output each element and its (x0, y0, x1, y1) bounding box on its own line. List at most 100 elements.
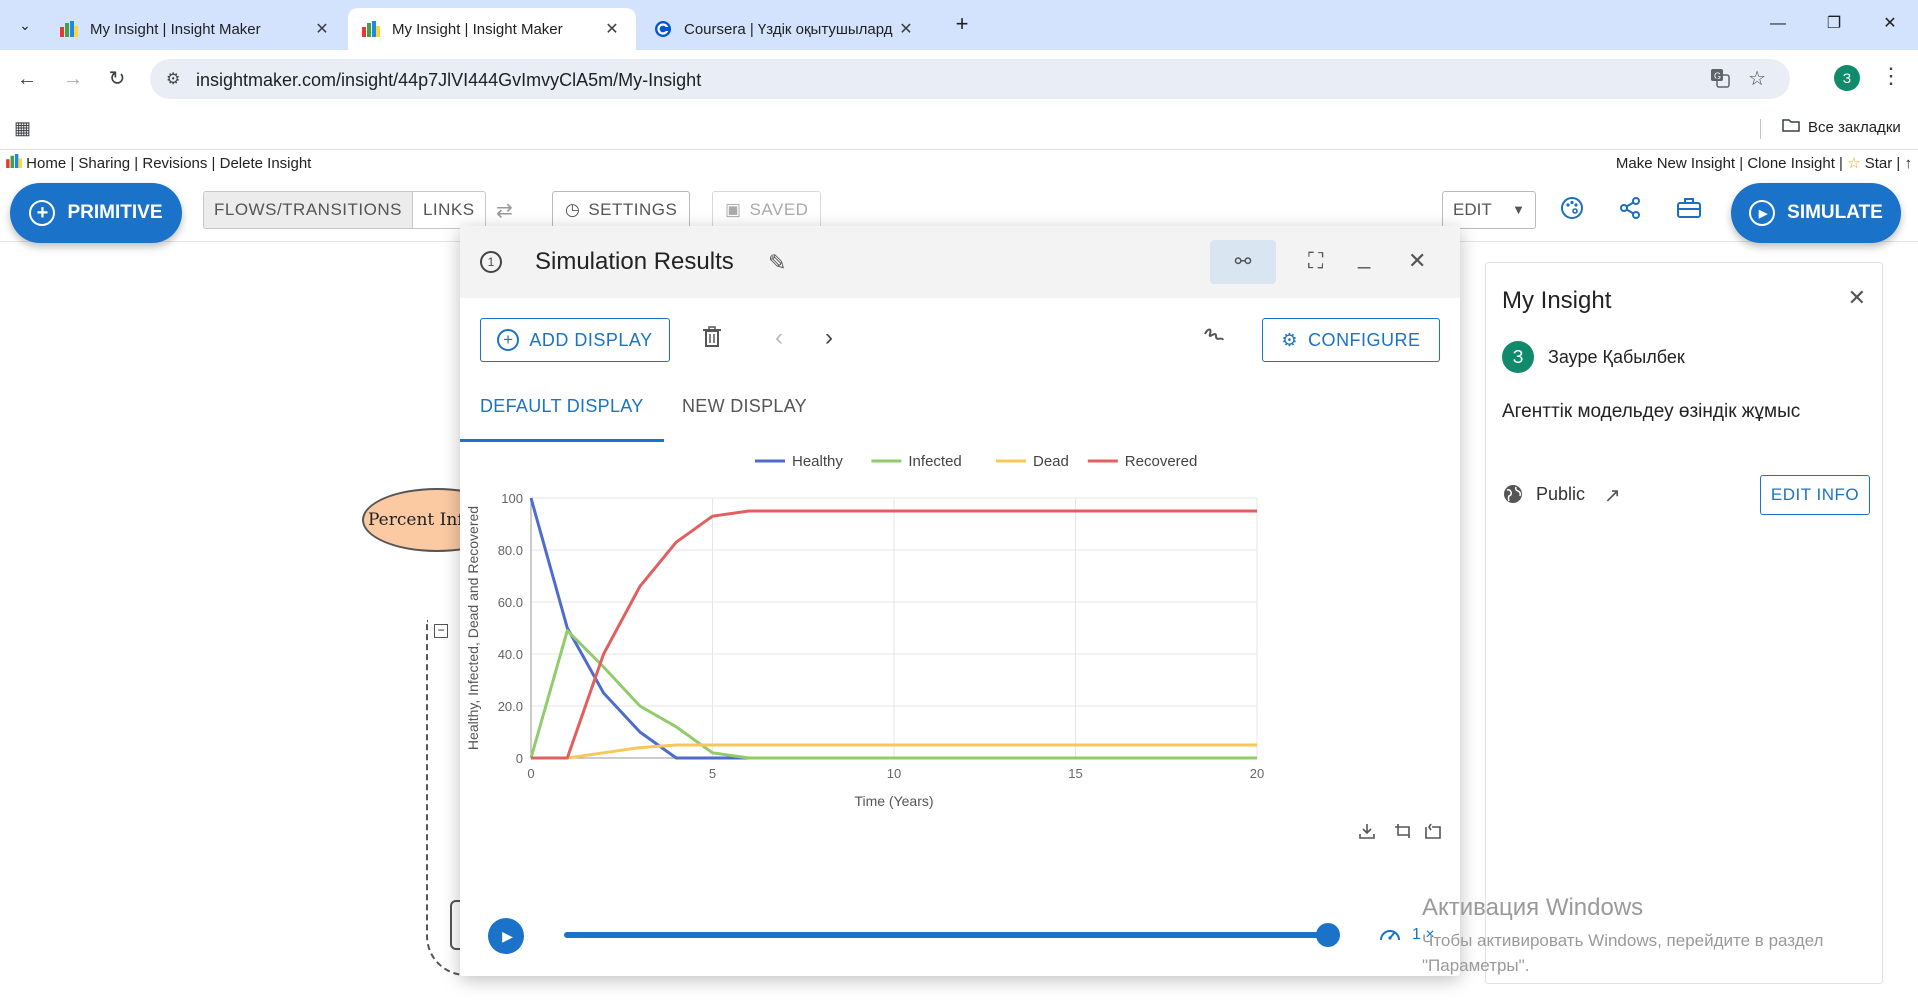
revisions-link[interactable]: Revisions (142, 155, 207, 172)
tab-close-icon[interactable]: ✕ (896, 19, 916, 39)
omnibox[interactable]: ⚙ insightmaker.com/insight/44p7JlVI444Gv… (150, 59, 1790, 99)
configure-label: CONFIGURE (1308, 329, 1421, 350)
simulate-label: SIMULATE (1787, 202, 1883, 223)
folder-icon (1782, 118, 1800, 136)
up-arrow-icon: ↑ (1904, 155, 1913, 172)
time-slider-thumb[interactable] (1316, 923, 1340, 947)
address-bar: ← → ↻ ⚙ insightmaker.com/insight/44p7JlV… (0, 50, 1918, 108)
zoom-area-icon[interactable] (1395, 824, 1410, 838)
visibility-label: Public (1536, 484, 1586, 504)
add-display-button[interactable]: + ADD DISPLAY (480, 318, 670, 362)
sim-window-header: 1 Simulation Results ✎ ⚯ ⛶ _ ✕ (460, 226, 1460, 298)
watermark-text: Чтобы активировать Windows, перейдите в … (1422, 931, 1824, 975)
time-slider-track[interactable] (564, 932, 1334, 938)
sharing-link[interactable]: Sharing (78, 155, 130, 172)
palette-icon[interactable] (1560, 196, 1584, 226)
delete-insight-link[interactable]: Delete Insight (220, 155, 312, 172)
share-icon[interactable] (1618, 196, 1642, 226)
back-arrow-icon[interactable]: ← (12, 64, 42, 94)
y-tick-label: 40.0 (498, 647, 523, 662)
compare-results-icon[interactable]: ⚯ (1210, 240, 1276, 284)
saved-label: SAVED (749, 200, 809, 219)
globe-icon (1502, 483, 1524, 511)
coursera-favicon-icon (654, 20, 672, 38)
tab-title: Coursera | Үздік оқытушылард (684, 20, 893, 38)
home-link[interactable]: Home (26, 155, 66, 172)
restore-icon[interactable]: ❐ (1814, 10, 1854, 38)
star-link[interactable]: Star (1865, 155, 1893, 172)
url-text[interactable]: insightmaker.com/insight/44p7JlVI444GvIm… (196, 70, 701, 91)
make-new-insight-link[interactable]: Make New Insight (1616, 155, 1735, 172)
apps-grid-icon[interactable]: ▦ (14, 118, 31, 139)
collapse-folder-icon[interactable]: − (434, 624, 448, 638)
browser-tab-2[interactable]: My Insight | Insight Maker ✕ (348, 8, 636, 50)
x-tick-label: 0 (527, 766, 534, 781)
tab-close-icon[interactable]: ✕ (602, 19, 622, 39)
forward-arrow-icon[interactable]: → (58, 64, 88, 94)
x-tick-label: 15 (1068, 766, 1082, 781)
speed-gauge-icon[interactable] (1378, 924, 1402, 952)
previous-display-chevron-icon[interactable]: ‹ (775, 324, 783, 352)
tab-search-chevron-icon[interactable]: ⌄ (12, 12, 38, 38)
add-circle-icon: + (497, 329, 520, 351)
edit-label: EDIT (1453, 200, 1492, 219)
minimize-icon[interactable]: — (1758, 10, 1798, 38)
close-window-icon[interactable]: ✕ (1408, 248, 1426, 274)
minimize-window-icon[interactable]: _ (1358, 244, 1370, 270)
add-primitive-button[interactable]: + PRIMITIVE (10, 183, 182, 243)
clone-insight-link[interactable]: Clone Insight (1747, 155, 1835, 172)
connection-mode-toggle: FLOWS/TRANSITIONS LINKS (203, 191, 486, 229)
tab-default-display[interactable]: DEFAULT DISPLAY (460, 382, 664, 442)
bookmark-bar: ▦ Все закладки (0, 108, 1918, 150)
tab-title: My Insight | Insight Maker (90, 20, 261, 38)
y-tick-label: 100 (501, 491, 523, 506)
swap-arrows-icon[interactable]: ⇄ (496, 198, 513, 223)
edit-title-pencil-icon[interactable]: ✎ (768, 250, 786, 276)
edit-dropdown[interactable]: EDIT ▼ (1442, 191, 1536, 229)
playback-controls: ▶ 1 × (460, 902, 1460, 976)
reload-icon[interactable]: ↻ (102, 64, 132, 94)
flows-transitions-toggle[interactable]: FLOWS/TRANSITIONS (204, 192, 413, 228)
saved-button[interactable]: ▣ SAVED (712, 191, 822, 229)
display-tabs: DEFAULT DISPLAY NEW DISPLAY (460, 382, 1460, 442)
primitive-label: PRIMITIVE (67, 202, 163, 223)
site-settings-icon[interactable]: ⚙ (166, 69, 180, 89)
sim-window-title: Simulation Results (535, 248, 734, 275)
window-close-icon[interactable]: ✕ (1870, 10, 1910, 38)
settings-button[interactable]: ◷ SETTINGS (552, 191, 691, 229)
legend-label-recovered: Recovered (1125, 453, 1198, 470)
play-icon[interactable]: ▶ (488, 918, 524, 954)
browser-tab-3[interactable]: Coursera | Үздік оқытушылард ✕ (640, 8, 930, 50)
zoom-reset-icon[interactable] (1425, 823, 1441, 839)
bookmark-star-icon[interactable]: ☆ (1748, 66, 1766, 91)
fullscreen-icon[interactable]: ⛶ (1308, 248, 1323, 274)
add-display-label: ADD DISPLAY (529, 329, 653, 350)
author-name[interactable]: Зауре Қабылбек (1548, 347, 1685, 368)
toolbox-icon[interactable] (1676, 196, 1702, 226)
simulate-button[interactable]: ▶ SIMULATE (1731, 183, 1901, 243)
delete-display-trash-icon[interactable] (702, 326, 722, 354)
trending-icon: ↗ (1604, 485, 1621, 507)
tab-new-display[interactable]: NEW DISPLAY (662, 382, 827, 442)
y-axis-title: Healthy, Infected, Dead and Recovered (465, 506, 481, 750)
new-tab-icon[interactable]: + (948, 10, 976, 38)
download-chart-icon[interactable] (1359, 824, 1375, 839)
play-circle-icon: ▶ (1749, 200, 1776, 226)
close-panel-icon[interactable]: ✕ (1848, 285, 1866, 311)
bookmark-separator (1760, 119, 1761, 139)
profile-avatar[interactable]: З (1834, 65, 1860, 91)
draw-scribble-icon[interactable] (1202, 326, 1226, 354)
tab-title: My Insight | Insight Maker (392, 20, 563, 38)
next-display-chevron-icon[interactable]: › (825, 324, 833, 352)
browser-tab-1[interactable]: My Insight | Insight Maker ✕ (46, 8, 346, 50)
browser-menu-icon[interactable]: ⋮ (1880, 63, 1902, 89)
links-toggle[interactable]: LINKS (413, 192, 485, 228)
edit-info-button[interactable]: EDIT INFO (1760, 475, 1870, 515)
configure-button[interactable]: ⚙ CONFIGURE (1262, 318, 1440, 362)
tab-close-icon[interactable]: ✕ (312, 19, 332, 39)
results-chart: 0 20.0 40.0 60.0 80.0 100 0 5 10 15 20 Time (Years)… (460, 442, 1460, 902)
info-circle-icon[interactable]: 1 (480, 251, 502, 273)
y-tick-label: 80.0 (498, 543, 523, 558)
all-bookmarks-button[interactable]: Все закладки (1782, 118, 1901, 136)
translate-icon[interactable]: G (1710, 68, 1730, 93)
